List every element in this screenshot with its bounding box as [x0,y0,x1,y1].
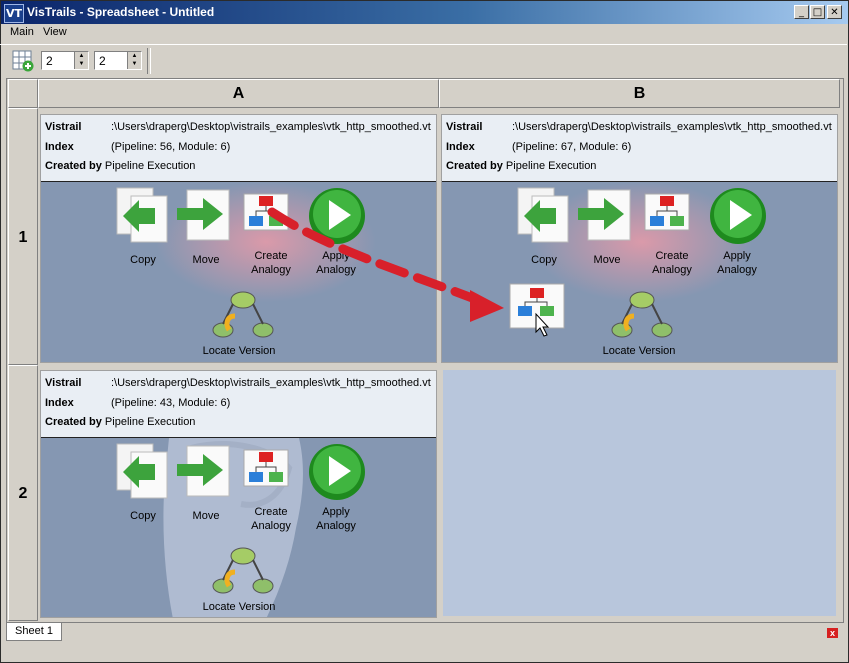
index-label: Index [446,141,475,153]
locate-version-icon[interactable] [209,546,275,599]
cell-b1[interactable]: Vistrail :\Users\draperg\Desktop\vistrai… [441,114,838,363]
cell-a2-info: Vistrail :\Users\draperg\Desktop\vistrai… [41,371,436,438]
title-bar[interactable]: VT VisTrails - Spreadsheet - Untitled _ … [1,1,848,24]
cell-a1[interactable]: Vistrail :\Users\draperg\Desktop\vistrai… [40,114,437,363]
vistrail-path: :\Users\draperg\Desktop\vistrails_exampl… [111,121,431,133]
copy-icon[interactable] [111,186,171,247]
created-by-label: Created by [446,160,503,172]
column-header-a[interactable]: A [38,79,439,108]
index-value: (Pipeline: 67, Module: 6) [512,141,632,153]
index-value: (Pipeline: 43, Module: 6) [111,397,231,409]
toolbar-separator [147,48,151,74]
maximize-button[interactable]: □ [810,5,825,19]
created-by-value: Pipeline Execution [104,416,196,428]
add-grid-icon[interactable] [12,50,34,72]
row-count-arrows[interactable]: ▲ ▼ [74,52,88,69]
vistrails-app-icon: VT [4,4,24,23]
move-icon[interactable] [175,442,233,503]
copy-icon[interactable] [111,442,171,503]
apply-analogy-icon[interactable] [307,442,367,505]
cell-b1-info: Vistrail :\Users\draperg\Desktop\vistrai… [442,115,837,182]
apply-analogy-label: Apply Analogy [316,506,356,532]
index-value: (Pipeline: 56, Module: 6) [111,141,231,153]
column-header-b[interactable]: B [439,79,840,108]
corner-header [8,79,38,108]
locate-version-icon[interactable] [608,290,674,343]
close-button[interactable]: ✕ [827,5,842,19]
apply-analogy-label: Apply Analogy [717,250,757,276]
cell-b1-canvas[interactable]: Copy Move Create Analogy Apply Analogy Loc… [442,182,837,362]
created-by-label: Created by [45,416,102,428]
menu-view[interactable]: View [43,26,67,38]
created-by-label: Created by [45,160,102,172]
created-by-value: Pipeline Execution [104,160,196,172]
row-header-2[interactable]: 2 [8,365,38,621]
cell-a2[interactable]: Vistrail :\Users\draperg\Desktop\vistrai… [40,370,437,618]
apply-analogy-label: Apply Analogy [316,250,356,276]
row-header-1[interactable]: 1 [8,108,38,365]
vistrail-label: Vistrail [446,121,483,133]
apply-analogy-icon[interactable] [307,186,367,249]
create-analogy-icon[interactable] [243,444,291,493]
minimize-button[interactable]: _ [794,5,809,19]
window-title: VisTrails - Spreadsheet - Untitled [27,5,215,19]
cell-a1-canvas[interactable]: Copy Move Create Analogy Apply Analogy Loc… [41,182,436,362]
index-label: Index [45,397,74,409]
locate-version-label: Locate Version [602,345,676,357]
cell-a1-info: Vistrail :\Users\draperg\Desktop\vistrai… [41,115,436,182]
row-count-stepper[interactable]: 2 ▲ ▼ [41,51,89,70]
column-count-arrows[interactable]: ▲ ▼ [127,52,141,69]
vistrail-label: Vistrail [45,121,82,133]
create-analogy-icon[interactable] [243,188,291,237]
menu-bar: Main View [1,24,848,42]
close-sheet-icon[interactable]: x [827,628,838,638]
vistrail-path: :\Users\draperg\Desktop\vistrails_exampl… [512,121,832,133]
vistrail-label: Vistrail [45,377,82,389]
dragged-analogy-icon[interactable] [508,280,568,341]
column-count-stepper[interactable]: 2 ▲ ▼ [94,51,142,70]
move-icon[interactable] [576,186,634,247]
create-analogy-icon[interactable] [644,188,692,237]
locate-version-icon[interactable] [209,290,275,343]
move-icon[interactable] [175,186,233,247]
copy-icon[interactable] [512,186,572,247]
apply-analogy-icon[interactable] [708,186,768,249]
menu-main[interactable]: Main [10,26,34,38]
locate-version-label: Locate Version [202,345,276,357]
cell-b2-empty[interactable] [443,370,836,616]
tab-sheet-1[interactable]: Sheet 1 [6,623,62,641]
vistrail-path: :\Users\draperg\Desktop\vistrails_exampl… [111,377,431,389]
created-by-value: Pipeline Execution [505,160,597,172]
locate-version-label: Locate Version [202,601,276,613]
column-count-value: 2 [99,54,106,68]
row-count-value: 2 [46,54,53,68]
cell-a2-canvas[interactable]: Copy Move Create Analogy Apply Analogy Loc… [41,438,436,617]
status-bar [0,623,847,661]
index-label: Index [45,141,74,153]
